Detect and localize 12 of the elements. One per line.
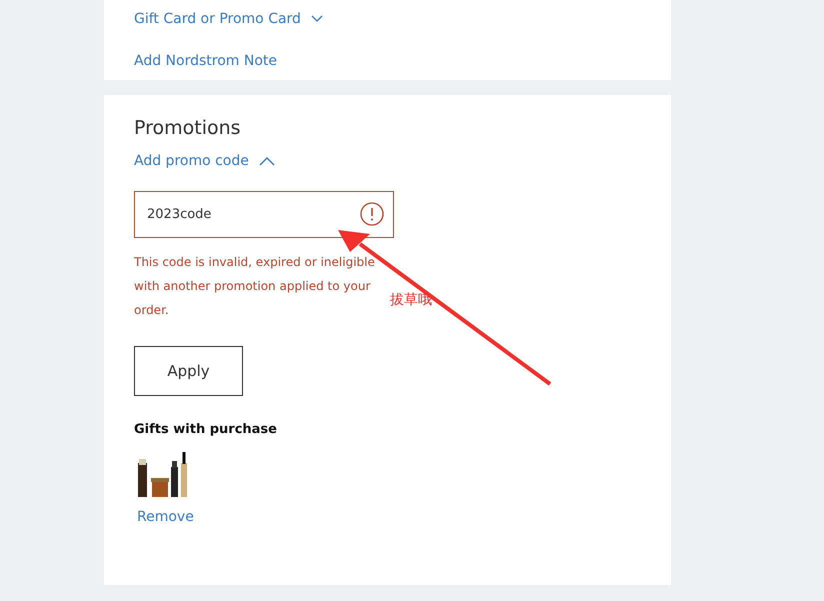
remove-link[interactable]: Remove [137, 509, 194, 525]
gift-card-link[interactable]: Gift Card or Promo Card [134, 11, 301, 28]
apply-button[interactable]: Apply [134, 346, 243, 396]
section-title: Promotions [134, 117, 242, 139]
chevron-up-icon [258, 156, 275, 166]
error-message: This code is invalid, expired or ineligible with another promotion applied to your order. [134, 254, 376, 319]
gifts-heading: Gifts with purchase [134, 422, 278, 437]
chevron-down-icon [310, 15, 323, 24]
promo-code-field[interactable]: 2023code [134, 191, 394, 238]
add-note-link[interactable]: Add Nordstrom Note [134, 52, 278, 69]
warning-icon [360, 202, 384, 226]
add-promo-code-toggle[interactable]: Add promo code [134, 153, 275, 169]
